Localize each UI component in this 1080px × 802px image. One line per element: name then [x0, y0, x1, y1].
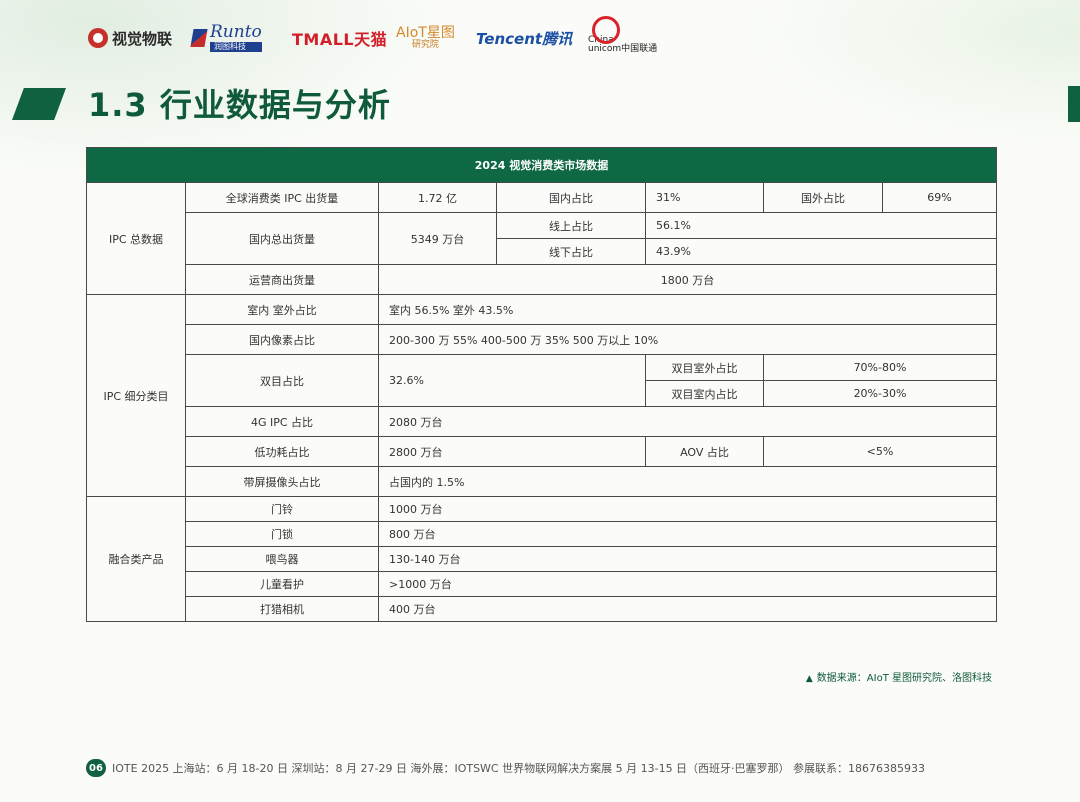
cell-label: 室内 室外占比 — [185, 294, 379, 325]
aiot-logo-subtext: 研究院 — [411, 39, 439, 50]
market-data-table: 2024 视觉消费类市场数据 IPC 总数据 全球消费类 IPC 出货量 1.7… — [86, 147, 997, 622]
unicom-knot-icon — [592, 16, 620, 44]
cell-label: 儿童看护 — [185, 571, 379, 597]
cell-value: 1000 万台 — [378, 496, 997, 522]
cell-value: 20%-30% — [763, 380, 997, 407]
cell-label: 全球消费类 IPC 出货量 — [185, 182, 379, 213]
cell-label: 运营商出货量 — [185, 264, 379, 295]
cell-label: 门铃 — [185, 496, 379, 522]
unicom-logo: China unicom中国联通 — [588, 16, 658, 58]
table-row: 国内总出货量 5349 万台 线上占比 56.1% — [87, 212, 997, 265]
title-accent-bar — [12, 88, 66, 120]
aiot-logo-text: AIoT星图 — [396, 24, 455, 41]
cell-value: 1800 万台 — [378, 264, 997, 295]
group-ipc-total: IPC 总数据 — [86, 182, 186, 295]
cell-value: 800 万台 — [378, 521, 997, 547]
table-row: 喂鸟器 130-140 万台 — [87, 546, 997, 572]
cell-value: >1000 万台 — [378, 571, 997, 597]
cell-value: 43.9% — [645, 238, 997, 265]
cell-label: 4G IPC 占比 — [185, 406, 379, 437]
partner-logos: 视觉物联 Runto 润图科技 TMALL天猫 AIoT星图 研究院 Tence… — [88, 16, 678, 58]
cell-label: 双目室内占比 — [645, 380, 764, 407]
tencent-logo-text: Tencent腾讯 — [476, 29, 573, 48]
table-row: 国内像素占比 200-300 万 55% 400-500 万 35% 500 万… — [87, 324, 997, 355]
runto-en: Runto — [210, 22, 262, 42]
table-header: 2024 视觉消费类市场数据 — [86, 147, 997, 183]
cell-value: 32.6% — [378, 354, 646, 407]
cell-value: 56.1% — [645, 212, 997, 239]
tmall-logo: TMALL天猫 — [292, 18, 387, 58]
cell-value: 2080 万台 — [378, 406, 997, 437]
cell-label: 喂鸟器 — [185, 546, 379, 572]
table-row: 运营商出货量 1800 万台 — [87, 264, 997, 295]
triangle-icon: ▲ — [805, 674, 813, 684]
unicom-cn: unicom中国联通 — [588, 44, 658, 54]
cell-value: 1.72 亿 — [378, 182, 497, 213]
table-row: 儿童看护 >1000 万台 — [87, 571, 997, 597]
cell-value: 200-300 万 55% 400-500 万 35% 500 万以上 10% — [378, 324, 997, 355]
group-fusion: 融合类产品 — [86, 496, 186, 622]
cell-label: 低功耗占比 — [185, 436, 379, 467]
table-row: IPC 细分类目 室内 室外占比 室内 56.5% 室外 43.5% — [86, 294, 997, 497]
table-row: 带屏摄像头占比 占国内的 1.5% — [87, 466, 997, 497]
cell-value: 2800 万台 — [378, 436, 646, 467]
aiot-logo: AIoT星图 研究院 — [396, 18, 455, 58]
cell-value: 69% — [882, 182, 997, 213]
table-row: 双目占比 32.6% 双目室外占比 70%-80% — [87, 354, 997, 407]
cell-label: 国内总出货量 — [185, 212, 379, 265]
footer: 06 IOTE 2025 上海站：6 月 18-20 日 深圳站：8 月 27-… — [86, 758, 996, 778]
table-header-row: 2024 视觉消费类市场数据 — [86, 147, 997, 183]
shijue-logo: 视觉物联 — [88, 18, 172, 58]
footer-text: IOTE 2025 上海站：6 月 18-20 日 深圳站：8 月 27-29 … — [112, 762, 926, 775]
cell-label: 线上占比 — [496, 212, 646, 239]
cell-value: 70%-80% — [763, 354, 997, 381]
cell-label: 国内占比 — [496, 182, 646, 213]
runto-logo-text: Runto 润图科技 — [210, 24, 262, 52]
data-source-note: ▲ 数据来源：AIoT 星图研究院、洛图科技 — [806, 669, 992, 684]
cell-value: 130-140 万台 — [378, 546, 997, 572]
cell-value: 400 万台 — [378, 596, 997, 622]
cell-value: 占国内的 1.5% — [378, 466, 997, 497]
cell-value: <5% — [763, 436, 997, 467]
cell-label: 打猎相机 — [185, 596, 379, 622]
cell-value: 室内 56.5% 室外 43.5% — [378, 294, 997, 325]
table-row: 4G IPC 占比 2080 万台 — [87, 406, 997, 437]
group-ipc-segment: IPC 细分类目 — [86, 294, 186, 497]
tmall-logo-text: TMALL天猫 — [292, 30, 388, 49]
cell-label: 国内像素占比 — [185, 324, 379, 355]
page-number-badge: 06 — [86, 759, 106, 777]
cell-label: 线下占比 — [496, 238, 646, 265]
runto-logo: Runto 润图科技 — [190, 18, 262, 58]
table-row: 打猎相机 400 万台 — [87, 596, 997, 622]
cell-label: 双目占比 — [185, 354, 379, 407]
cell-label: 国外占比 — [763, 182, 883, 213]
tencent-logo: Tencent腾讯 — [476, 18, 572, 58]
cell-value: 31% — [645, 182, 764, 213]
page-title: 1.3 行业数据与分析 — [88, 86, 391, 124]
right-edge-tab — [1068, 86, 1080, 122]
cell-label: 带屏摄像头占比 — [185, 466, 379, 497]
shijue-mark-icon — [88, 28, 108, 48]
cell-label: 门锁 — [185, 521, 379, 547]
shijue-logo-text: 视觉物联 — [112, 29, 173, 48]
table-row: 门锁 800 万台 — [87, 521, 997, 547]
cell-value: 5349 万台 — [378, 212, 497, 265]
table-row: 低功耗占比 2800 万台 AOV 占比 <5% — [87, 436, 997, 467]
cell-label: 双目室外占比 — [645, 354, 764, 381]
runto-cn: 润图科技 — [210, 42, 262, 52]
runto-mark-icon — [190, 29, 208, 47]
table-row: IPC 总数据 全球消费类 IPC 出货量 1.72 亿 国内占比 31% 国外… — [86, 182, 997, 295]
table-row: 融合类产品 门铃 1000 万台 — [86, 496, 997, 622]
data-source-text: 数据来源：AIoT 星图研究院、洛图科技 — [816, 673, 992, 684]
cell-label: AOV 占比 — [645, 436, 764, 467]
